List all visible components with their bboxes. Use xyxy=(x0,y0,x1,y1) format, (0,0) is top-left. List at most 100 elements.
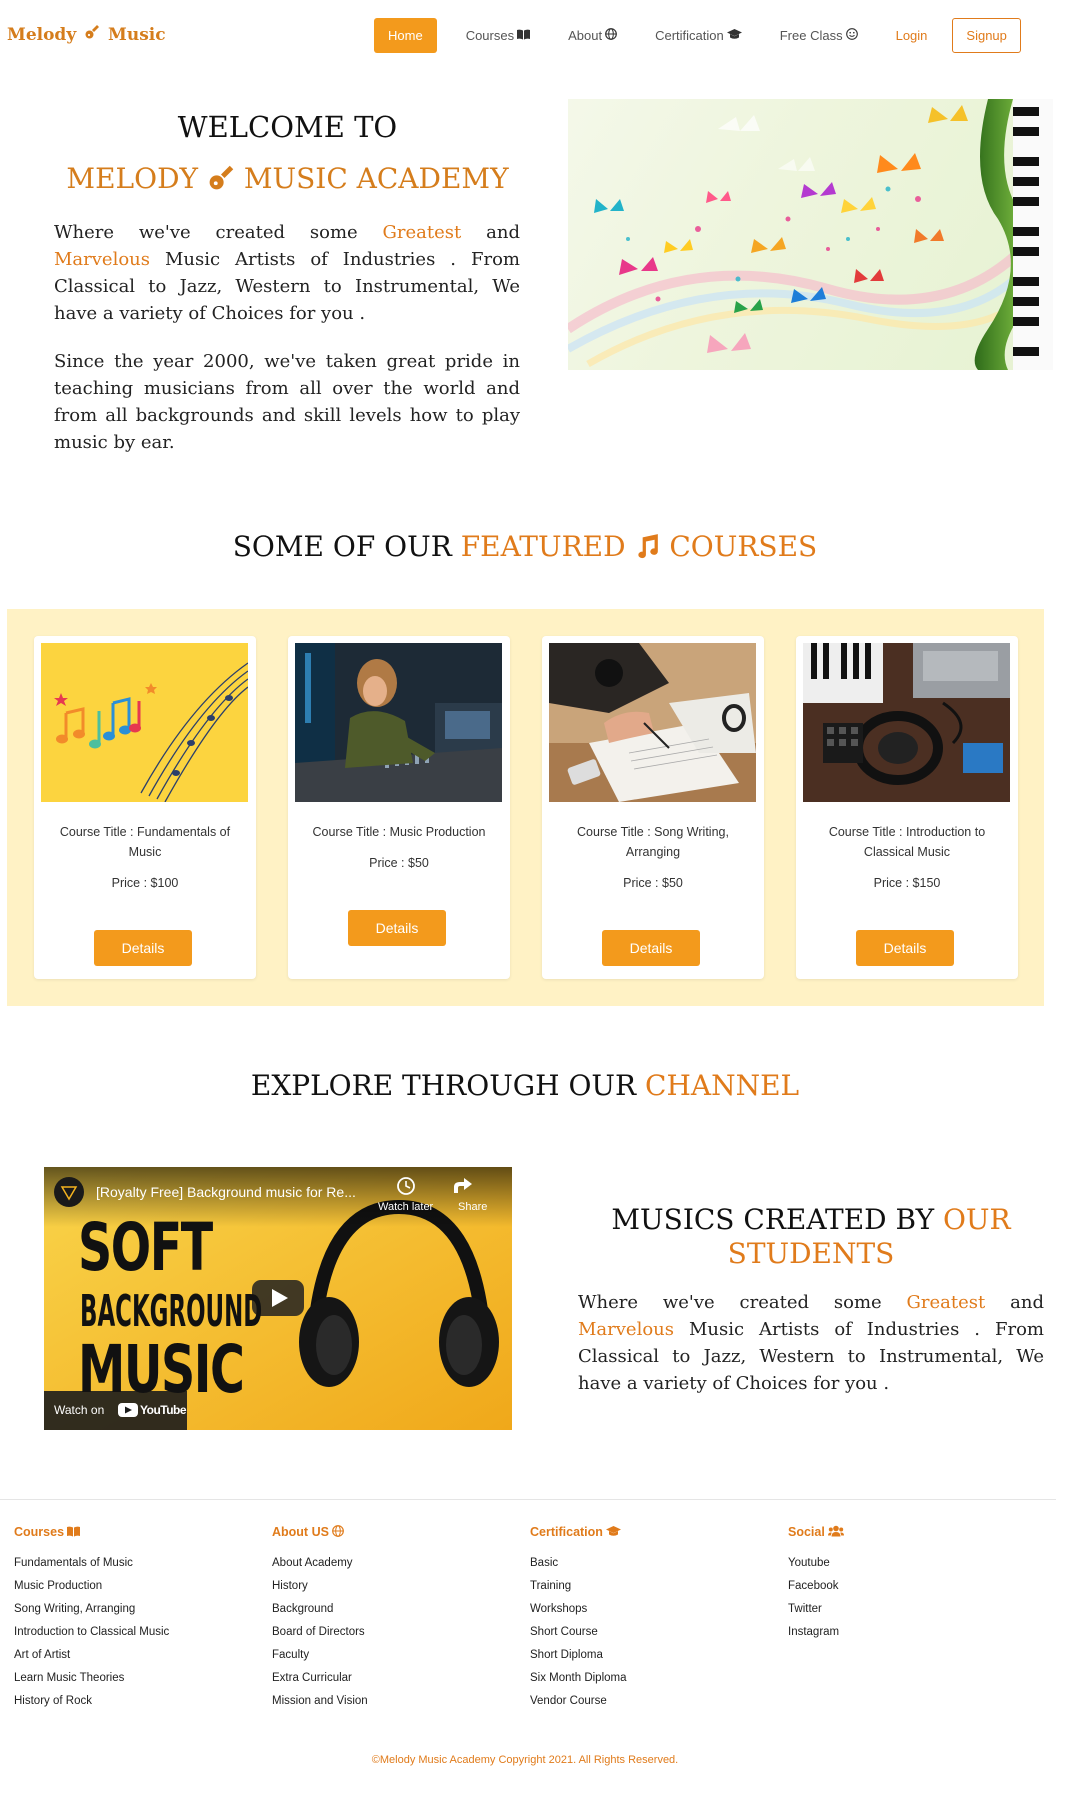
share-icon[interactable] xyxy=(452,1176,474,1196)
students-paragraph: Where we've created some Greatest and Ma… xyxy=(578,1289,1044,1397)
course-title: Course Title : Introduction to Classical… xyxy=(828,825,986,859)
signup-button[interactable]: Signup xyxy=(952,18,1021,53)
nav-free-class-label: Free Class xyxy=(779,27,843,43)
graduation-cap-icon xyxy=(726,28,742,43)
footer-link[interactable]: Music Production xyxy=(14,1575,169,1598)
course-title: Course Title : Fundamentals of Music xyxy=(59,825,231,859)
footer-link[interactable]: Board of Directors xyxy=(272,1621,368,1644)
channel-title-part2: CHANNEL xyxy=(645,1069,800,1102)
footer-column-certification: Certification Basic Training Workshops S… xyxy=(530,1525,627,1713)
youtube-video-embed[interactable]: [Royalty Free] Background music for Re..… xyxy=(44,1167,512,1430)
share-label[interactable]: Share xyxy=(458,1201,487,1213)
footer-link-youtube[interactable]: Youtube xyxy=(788,1552,844,1575)
academy-name-left: MELODY xyxy=(66,162,199,195)
brand-logo[interactable]: Melody Music xyxy=(7,24,166,45)
course-card: Course Title : Fundamentals of Music Pri… xyxy=(34,636,256,979)
footer-heading-label: About US xyxy=(272,1525,329,1539)
students-p-and: and xyxy=(1010,1292,1044,1313)
brand-name-right: Music xyxy=(108,25,166,45)
nav-courses[interactable]: Courses xyxy=(447,18,549,54)
hero-history-paragraph: Since the year 2000, we've taken great p… xyxy=(54,351,520,453)
nav-certification[interactable]: Certification xyxy=(636,18,761,54)
footer-link[interactable]: Introduction to Classical Music xyxy=(14,1621,169,1644)
footer-link[interactable]: History of Rock xyxy=(14,1690,169,1713)
hero-p1-and: and xyxy=(486,222,520,243)
nav-home[interactable]: Home xyxy=(374,18,437,53)
footer-link[interactable]: Extra Curricular xyxy=(272,1667,368,1690)
footer-link[interactable]: Fundamentals of Music xyxy=(14,1552,169,1575)
course-image-song-writing xyxy=(549,643,756,802)
youtube-logo-icon xyxy=(118,1403,138,1417)
footer-link[interactable]: Vendor Course xyxy=(530,1690,627,1713)
footer-heading-social: Social xyxy=(788,1525,844,1539)
hero-butterflies-image xyxy=(568,99,1053,370)
footer-link[interactable]: Basic xyxy=(530,1552,627,1575)
nav-certification-label: Certification xyxy=(655,27,724,43)
footer-heading-label: Courses xyxy=(14,1525,65,1539)
play-button[interactable] xyxy=(252,1280,304,1316)
footer-link[interactable]: Six Month Diploma xyxy=(530,1667,627,1690)
hero-p1-greatest: Greatest xyxy=(382,222,462,243)
book-open-icon xyxy=(67,1525,81,1539)
course-price: Price : $50 xyxy=(369,856,429,870)
course-card: Course Title : Introduction to Classical… xyxy=(796,636,1018,979)
navbar: Melody Music Home Courses About Certific… xyxy=(0,0,1072,72)
footer-link[interactable]: About Academy xyxy=(272,1552,368,1575)
clock-icon[interactable] xyxy=(396,1176,416,1196)
footer-heading-label: Certification xyxy=(530,1525,603,1539)
footer-divider xyxy=(0,1499,1056,1500)
students-p-text: Where we've created some xyxy=(578,1292,882,1313)
course-details-button[interactable]: Details xyxy=(602,930,700,966)
brand-name-left: Melody xyxy=(7,25,77,45)
watch-on-youtube-link[interactable]: Watch on YouTube xyxy=(44,1391,187,1430)
nav-about-label: About xyxy=(568,27,603,43)
book-open-icon xyxy=(517,29,531,43)
hero-p1-marvelous: Marvelous xyxy=(54,249,151,270)
video-title[interactable]: [Royalty Free] Background music for Re..… xyxy=(96,1184,356,1200)
copyright-text: ©Melody Music Academy Copyright 2021. Al… xyxy=(371,1754,679,1766)
course-details-button[interactable]: Details xyxy=(856,930,954,966)
footer-link-facebook[interactable]: Facebook xyxy=(788,1575,844,1598)
course-title: Course Title : Song Writing, Arranging xyxy=(577,825,729,859)
hero-academy-heading: MELODY MUSIC ACADEMY xyxy=(55,162,520,195)
footer-link[interactable]: Short Diploma xyxy=(530,1644,627,1667)
course-details-button[interactable]: Details xyxy=(348,910,446,946)
youtube-wordmark: YouTube xyxy=(140,1403,187,1417)
footer-heading-about: About US xyxy=(272,1525,368,1539)
footer-link[interactable]: Song Writing, Arranging xyxy=(14,1598,169,1621)
footer-link[interactable]: History xyxy=(272,1575,368,1598)
featured-title-part2: FEATURED xyxy=(460,530,626,563)
students-p-marvelous: Marvelous xyxy=(578,1319,675,1340)
footer-link[interactable]: Learn Music Theories xyxy=(14,1667,169,1690)
smile-icon xyxy=(845,27,858,43)
course-card: Course Title : Music Production Price : … xyxy=(288,636,510,979)
login-link[interactable]: Login xyxy=(877,18,947,53)
footer-link[interactable]: Training xyxy=(530,1575,627,1598)
footer-link[interactable]: Art of Artist xyxy=(14,1644,169,1667)
footer-link-twitter[interactable]: Twitter xyxy=(788,1598,844,1621)
course-price: Price : $150 xyxy=(873,876,941,890)
course-image-music-production xyxy=(295,643,502,802)
hero-intro-paragraph: Where we've created some Greatest and Ma… xyxy=(54,219,520,327)
featured-courses-heading: SOME OF OUR FEATURED COURSES xyxy=(0,530,1050,563)
thumbnail-text-soft: SOFT xyxy=(78,1209,213,1286)
nav-about[interactable]: About xyxy=(549,18,636,54)
channel-heading: EXPLORE THROUGH OUR CHANNEL xyxy=(0,1069,1050,1102)
globe-icon xyxy=(332,1525,344,1539)
youtube-avatar-icon[interactable] xyxy=(54,1177,84,1207)
footer-link-instagram[interactable]: Instagram xyxy=(788,1621,844,1644)
footer-link[interactable]: Short Course xyxy=(530,1621,627,1644)
nav-free-class[interactable]: Free Class xyxy=(761,18,877,54)
hero-p1-text: Where we've created some xyxy=(54,222,358,243)
footer-link[interactable]: Workshops xyxy=(530,1598,627,1621)
footer-column-about: About US About Academy History Backgroun… xyxy=(272,1525,368,1713)
course-details-button[interactable]: Details xyxy=(94,930,192,966)
watch-later-label[interactable]: Watch later xyxy=(378,1201,433,1213)
footer-link[interactable]: Background xyxy=(272,1598,368,1621)
guitar-icon xyxy=(207,162,235,195)
students-p-greatest: Greatest xyxy=(906,1292,986,1313)
hero-welcome-heading: WELCOME TO xyxy=(177,110,398,144)
footer-link[interactable]: Faculty xyxy=(272,1644,368,1667)
footer-link[interactable]: Mission and Vision xyxy=(272,1690,368,1713)
thumbnail-text-background: BACKGROUND xyxy=(80,1286,263,1337)
